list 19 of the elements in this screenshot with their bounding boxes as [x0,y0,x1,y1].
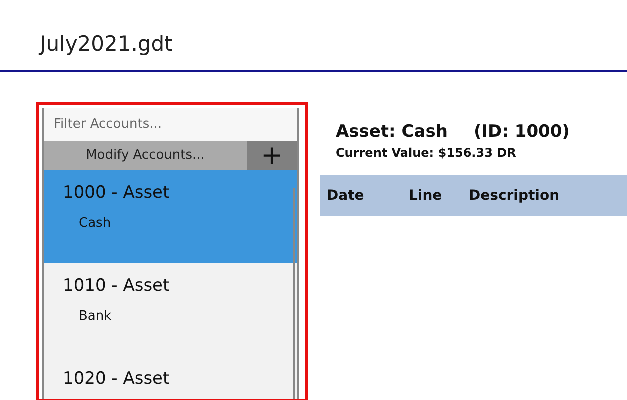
account-name: Cash [79,216,112,231]
scrollbar[interactable] [293,188,295,399]
account-name: Bank [79,309,112,324]
column-header[interactable]: Date [327,188,409,204]
account-list-item[interactable]: 1020 - Asset [44,356,297,399]
account-heading: Asset: Cash [336,122,448,142]
column-header[interactable]: Line [409,188,469,204]
window-title: July2021.gdt [40,31,173,58]
account-code: 1000 - Asset [63,183,170,203]
account-list-item[interactable]: 1010 - Asset Bank [44,263,297,356]
current-value: Current Value: $156.33 DR [335,146,516,160]
modify-accounts-button[interactable]: Modify Accounts... [44,141,247,170]
filter-field[interactable]: Filter Accounts... [44,108,297,141]
add-button[interactable]: + [247,141,297,170]
account-id: (ID: 1000) [474,122,570,142]
account-code: 1020 - Asset [63,369,170,389]
column-header[interactable]: Description [469,188,560,204]
account-list-item[interactable]: 1000 - Asset Cash [44,170,297,263]
account-code: 1010 - Asset [63,276,170,296]
